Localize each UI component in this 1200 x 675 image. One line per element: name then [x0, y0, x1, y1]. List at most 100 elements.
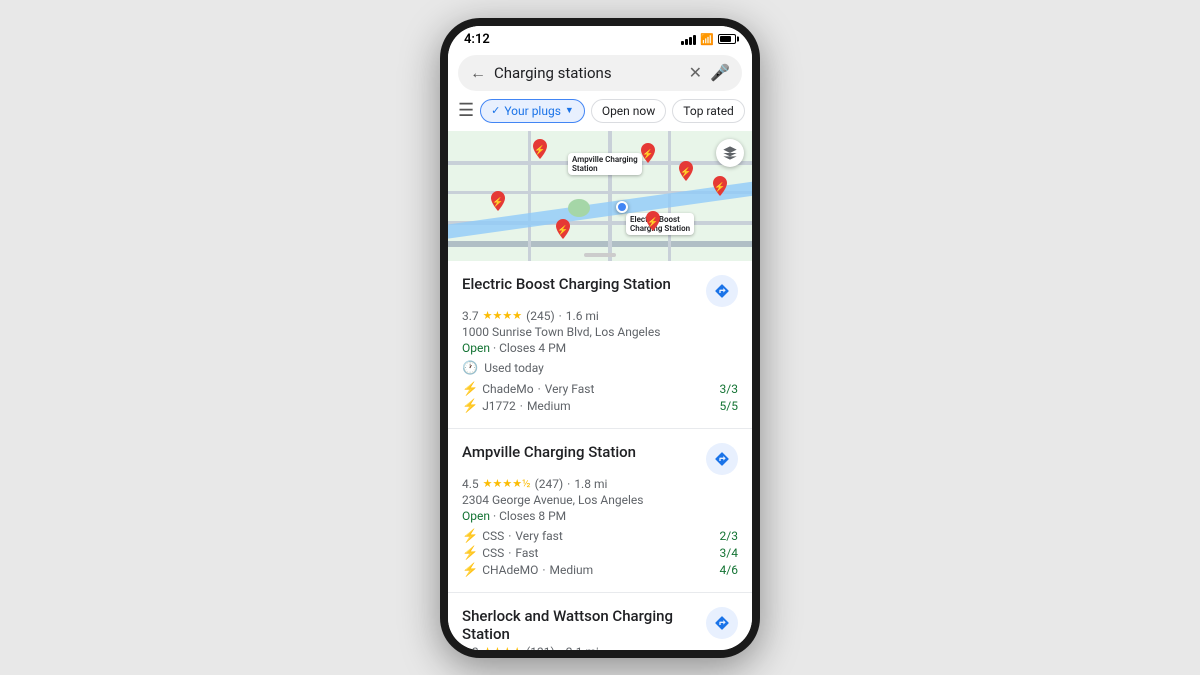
clear-icon[interactable]: ✕ — [689, 63, 702, 82]
open-status: Open — [462, 509, 490, 523]
result-card-sherlock: Sherlock and Wattson Charging Station 4.… — [448, 593, 752, 650]
filter-chip-top-rated[interactable]: Top rated — [672, 99, 745, 123]
bolt-icon: ⚡ — [462, 529, 478, 544]
result-rating: 4.5 ★★★★½ (247) · 1.8 mi — [462, 477, 738, 491]
user-location-dot — [616, 201, 628, 213]
filter-chip-label: Open now — [602, 104, 655, 118]
status-icons: 📶 — [681, 33, 736, 46]
review-count: (245) — [526, 309, 555, 323]
result-header: Sherlock and Wattson Charging Station — [462, 607, 738, 643]
directions-button[interactable] — [706, 443, 738, 475]
charger-speed: Very fast — [515, 529, 562, 543]
directions-button[interactable] — [706, 607, 738, 639]
charger-speed: Fast — [515, 546, 538, 560]
clock-icon: 🕐 — [462, 361, 478, 376]
result-name: Sherlock and Wattson Charging Station — [462, 607, 698, 643]
filter-chip-label: Your plugs — [504, 104, 561, 118]
result-card-ampville: Ampville Charging Station 4.5 ★★★★½ (247… — [448, 429, 752, 593]
wifi-icon: 📶 — [700, 33, 714, 46]
distance: 1.6 mi — [566, 309, 599, 323]
directions-button[interactable] — [706, 275, 738, 307]
open-status: Open — [462, 341, 490, 355]
map-background: Ampville ChargingStation Electric BoostC… — [448, 131, 752, 261]
svg-text:⚡: ⚡ — [647, 216, 658, 228]
svg-text:⚡: ⚡ — [642, 148, 653, 160]
review-count: (247) — [535, 477, 564, 491]
bolt-icon: ⚡ — [462, 563, 478, 578]
back-button[interactable]: ← — [470, 63, 486, 83]
search-bar-container: ← Charging stations ✕ 🎤 — [448, 49, 752, 99]
charger-type: ChadeMo — [482, 382, 533, 396]
svg-text:⚡: ⚡ — [534, 144, 545, 156]
svg-text:⚡: ⚡ — [680, 166, 691, 178]
result-name: Electric Boost Charging Station — [462, 275, 698, 293]
map-pin[interactable]: ⚡ — [553, 219, 573, 243]
rating-value: 4.2 — [462, 645, 479, 650]
charger-row: ⚡ J1772 · Medium 5/5 — [462, 399, 738, 414]
stars: ★★★★½ — [483, 477, 531, 490]
map-layers-button[interactable] — [716, 139, 744, 167]
svg-text:⚡: ⚡ — [714, 181, 725, 193]
used-today-label: Used today — [484, 361, 544, 375]
filter-chip-your-plugs[interactable]: ✓ Your plugs ▼ — [480, 99, 585, 123]
charger-row: ⚡ ChadeMo · Very Fast 3/3 — [462, 382, 738, 397]
charger-speed: Very Fast — [545, 382, 595, 396]
battery-icon — [718, 34, 736, 44]
phone-screen: 4:12 📶 ← Charging stations ✕ 🎤 — [448, 26, 752, 650]
close-time: · Closes 8 PM — [493, 509, 566, 523]
svg-text:⚡: ⚡ — [557, 224, 568, 236]
close-time: · Closes 4 PM — [493, 341, 566, 355]
charger-type: CSS — [482, 546, 504, 560]
charger-row: ⚡ CSS · Fast 3/4 — [462, 546, 738, 561]
signal-icon — [681, 33, 696, 45]
stars: ★★★★ — [483, 645, 522, 650]
map-container[interactable]: Ampville ChargingStation Electric BoostC… — [448, 131, 752, 261]
bolt-icon: ⚡ — [462, 382, 478, 397]
result-rating: 4.2 ★★★★ (131) · 2.1 mi — [462, 645, 738, 650]
result-status: Open · Closes 4 PM — [462, 341, 738, 355]
status-bar: 4:12 📶 — [448, 26, 752, 49]
result-header: Electric Boost Charging Station — [462, 275, 738, 307]
used-today-row: 🕐 Used today — [462, 361, 738, 376]
svg-text:⚡: ⚡ — [492, 196, 503, 208]
map-pin[interactable]: ⚡ — [643, 211, 663, 235]
map-pin[interactable]: ⚡ — [530, 139, 550, 163]
search-bar[interactable]: ← Charging stations ✕ 🎤 — [458, 55, 742, 91]
charger-speed: Medium — [550, 563, 594, 577]
bolt-icon: ⚡ — [462, 399, 478, 414]
map-drag-handle[interactable] — [584, 253, 616, 257]
map-pin[interactable]: ⚡ — [638, 143, 658, 167]
map-pin[interactable]: ⚡ — [676, 161, 696, 185]
stars: ★★★★ — [483, 309, 522, 322]
charger-row: ⚡ CHAdeMO · Medium 4/6 — [462, 563, 738, 578]
phone-frame: 4:12 📶 ← Charging stations ✕ 🎤 — [440, 18, 760, 658]
station-label-ampville: Ampville ChargingStation — [568, 153, 642, 175]
rating-value: 3.7 — [462, 309, 479, 323]
search-input[interactable]: Charging stations — [494, 64, 681, 82]
bolt-icon: ⚡ — [462, 546, 478, 561]
filter-bar: ☰ ✓ Your plugs ▼ Open now Top rated — [448, 99, 752, 131]
filter-adjust-icon[interactable]: ☰ — [458, 100, 474, 121]
result-status: Open · Closes 8 PM — [462, 509, 738, 523]
result-address: 1000 Sunrise Town Blvd, Los Angeles — [462, 325, 738, 339]
rating-value: 4.5 — [462, 477, 479, 491]
charger-availability: 5/5 — [720, 399, 738, 413]
map-pin[interactable]: ⚡ — [488, 191, 508, 215]
mic-icon[interactable]: 🎤 — [710, 63, 730, 82]
status-time: 4:12 — [464, 32, 490, 47]
result-address: 2304 George Avenue, Los Angeles — [462, 493, 738, 507]
distance: 1.8 mi — [574, 477, 607, 491]
results-list: Electric Boost Charging Station 3.7 ★★★★… — [448, 261, 752, 650]
map-pin[interactable]: ⚡ — [710, 176, 730, 200]
result-header: Ampville Charging Station — [462, 443, 738, 475]
charger-availability: 2/3 — [720, 529, 738, 543]
charger-type: J1772 — [482, 399, 516, 413]
filter-chip-open-now[interactable]: Open now — [591, 99, 666, 123]
filter-chip-label: Top rated — [683, 104, 734, 118]
charger-row: ⚡ CSS · Very fast 2/3 — [462, 529, 738, 544]
result-card-electric-boost: Electric Boost Charging Station 3.7 ★★★★… — [448, 261, 752, 429]
charger-type: CHAdeMO — [482, 563, 538, 577]
distance: 2.1 mi — [566, 645, 599, 650]
result-rating: 3.7 ★★★★ (245) · 1.6 mi — [462, 309, 738, 323]
check-icon: ✓ — [491, 104, 500, 117]
